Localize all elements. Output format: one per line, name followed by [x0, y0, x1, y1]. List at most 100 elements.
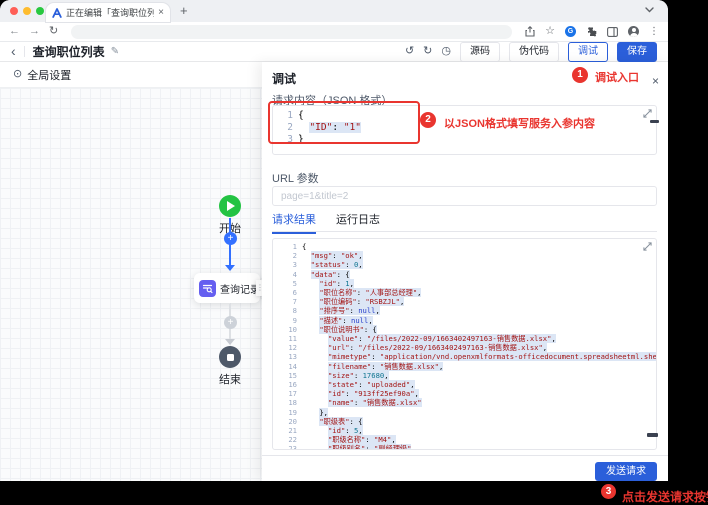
flow-canvas[interactable]: ⊙ 全局设置 开始 + 查询记录 ⋮ + [0, 62, 262, 481]
minimize-window-button[interactable] [23, 7, 31, 15]
code-line: 12 "url": "/files/2022-09/1663402497163-… [288, 343, 548, 353]
toolbar-actions: ↺ ↻ ◷ 源码 伪代码 调试 保存 [405, 41, 657, 62]
extensions-puzzle-icon[interactable] [586, 26, 597, 37]
editor-scrollbar-thumb[interactable] [650, 120, 659, 123]
code-line: 21 "id": 5, [288, 426, 363, 436]
code-line: 15 "size": 17680, [288, 370, 389, 380]
debug-button[interactable]: 调试 [568, 41, 608, 62]
annotation-3-text: 点击发送请求按钮 [622, 490, 708, 504]
bookmark-star-icon[interactable]: ☆ [545, 26, 555, 37]
code-line: 10 "职位说明书": { [288, 324, 377, 334]
arrow-down-icon [225, 265, 235, 271]
code-line: 23 "职级别名": "副经理级" [273, 444, 656, 449]
maximize-window-button[interactable] [36, 7, 44, 15]
code-line: 1{ [292, 242, 307, 251]
response-viewer-lines: 1{2 "msg": "ok", 3 "status": 0, 4 "data": … [273, 242, 656, 449]
screenshot-root: { "browser": { "tab": { "title": "正在编辑「查… [0, 0, 708, 504]
close-icon[interactable]: × [652, 75, 659, 87]
profile-avatar[interactable] [628, 26, 639, 37]
debug-panel-title: 调试 [272, 72, 297, 86]
stop-icon [226, 353, 234, 361]
viewer-scrollbar-thumb[interactable] [647, 433, 658, 437]
query-record-label: 查询记录 [220, 284, 260, 296]
expand-viewer-icon[interactable] [643, 242, 652, 251]
code-line: 6 "职位名称": "人事部总经理", [292, 288, 422, 298]
code-line: 5 "id": 1, [292, 278, 354, 288]
code-line: 4 "data": { [292, 269, 350, 279]
annotation-2-badge: 2 [420, 112, 436, 128]
query-record-node[interactable]: 查询记录 [194, 273, 260, 303]
back-icon[interactable]: ← [9, 26, 20, 37]
browser-menu-icon[interactable]: ⋮ [649, 26, 659, 37]
traffic-lights [10, 7, 44, 15]
undo-icon[interactable]: ↺ [405, 46, 414, 57]
page-back-icon[interactable]: ‹ [11, 44, 16, 58]
code-line: 14 "filename": "销售数据.xlsx", [288, 361, 444, 371]
canvas-topbar: ⊙ 全局设置 [0, 62, 262, 88]
share-icon[interactable] [525, 26, 535, 37]
code-line: 18 "name": "销售数据.xlsx" [288, 398, 422, 408]
reload-icon[interactable]: ↻ [49, 26, 58, 37]
code-line: 13 "mimetype": "application/vnd.openxmlf… [273, 352, 656, 362]
global-settings-label[interactable]: 全局设置 [27, 67, 71, 83]
code-line: 16 "state": "uploaded", [288, 380, 415, 390]
code-line: 3 "status": 0, [292, 260, 363, 270]
play-icon [227, 201, 235, 211]
url-params-input[interactable] [272, 186, 657, 206]
end-node-label: 结束 [219, 374, 241, 386]
annotation-1-badge: 1 [572, 67, 588, 83]
tab-title: 正在编辑「查询职位列表」 [66, 8, 155, 18]
save-button[interactable]: 保存 [617, 41, 657, 62]
send-request-button[interactable]: 发送请求 [595, 462, 657, 481]
start-node[interactable] [219, 195, 241, 217]
add-node-button[interactable]: + [224, 232, 237, 245]
divider [23, 46, 25, 57]
expand-editor-icon[interactable] [643, 109, 652, 118]
code-line: 2 "msg": "ok", [292, 251, 363, 261]
end-node[interactable] [219, 346, 241, 368]
app-toolbar: ‹ 查询职位列表 ✎ ↺ ↻ ◷ 源码 伪代码 调试 保存 [0, 41, 668, 62]
code-line: 11 "value": "/files/2022-09/166340249716… [288, 334, 556, 344]
code-line: 20 "职级表": { [288, 416, 363, 426]
add-node-button-secondary[interactable]: + [224, 316, 237, 329]
extension-badge-icon[interactable]: G [565, 26, 576, 37]
debug-panel: 调试 × 1 调试入口 请求内容（JSON 格式） 1{2 "ID": "1" 3… [262, 62, 668, 481]
address-bar: ← → ↻ ☆ G ⋮ [0, 22, 668, 42]
footer-separator [262, 455, 668, 456]
pseudo-code-button[interactable]: 伪代码 [509, 41, 559, 62]
query-record-icon [199, 279, 216, 297]
code-line: 19 }, [288, 407, 328, 417]
close-window-button[interactable] [10, 7, 18, 15]
forward-icon[interactable]: → [29, 26, 40, 37]
arrow-down-icon-gray [225, 339, 235, 345]
code-line: 9 "描述": null, [292, 315, 373, 325]
browser-window: 正在编辑「查询职位列表」 × + ← → ↻ ☆ G ⋮ [0, 0, 668, 481]
url-omnibox[interactable] [71, 24, 513, 39]
response-json-viewer[interactable]: 1{2 "msg": "ok", 3 "status": 0, 4 "data": … [272, 238, 657, 450]
url-params-label: URL 参数 [272, 173, 319, 185]
tab-close-icon[interactable]: × [158, 7, 164, 18]
new-tab-button[interactable]: + [180, 3, 188, 18]
side-panel-icon[interactable] [607, 26, 618, 37]
tabs-separator [272, 231, 657, 232]
browser-tab[interactable]: 正在编辑「查询职位列表」 × [46, 3, 170, 22]
code-line: 17 "id": "913ff25ef90a", [288, 389, 419, 399]
page-title: 查询职位列表 [32, 45, 105, 59]
code-line: 22 "职级名称": "M4", [288, 435, 396, 445]
global-settings-icon[interactable]: ⊙ [13, 69, 22, 80]
main-area: ⊙ 全局设置 开始 + 查询记录 ⋮ + [0, 62, 668, 481]
tab-strip: 正在编辑「查询职位列表」 × + [0, 0, 668, 22]
tab-favicon-icon [52, 7, 62, 18]
source-code-button[interactable]: 源码 [460, 41, 500, 62]
annotation-2-text: 以JSON格式填写服务入参内容 [444, 118, 595, 130]
code-line: 3} [287, 134, 304, 145]
code-line: 7 "职位编码": "RSBZJL", [292, 297, 405, 307]
code-line: 8 "排序号": null, [292, 306, 380, 316]
edit-title-icon[interactable]: ✎ [111, 46, 119, 57]
browser-actions: ☆ G ⋮ [525, 26, 659, 37]
annotation-3-badge: 3 [601, 484, 616, 499]
redo-icon[interactable]: ↻ [423, 46, 432, 57]
tab-search-chevron-icon[interactable] [645, 7, 654, 13]
annotation-1-text: 调试入口 [595, 72, 639, 84]
history-icon[interactable]: ◷ [441, 46, 451, 57]
